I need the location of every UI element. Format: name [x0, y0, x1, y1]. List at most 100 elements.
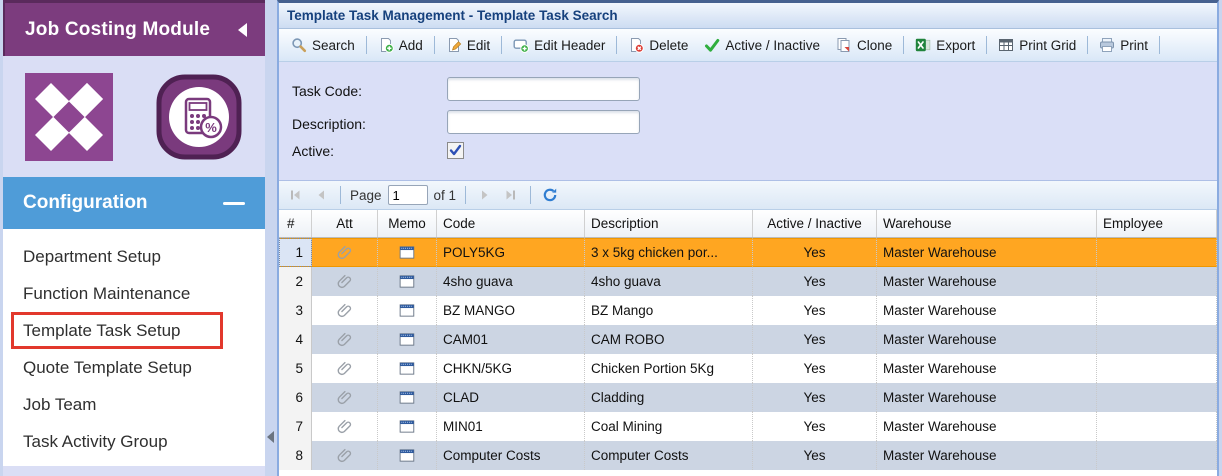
- paperclip-icon: [337, 245, 353, 261]
- active-inactive-button[interactable]: Active / Inactive: [696, 32, 828, 58]
- column-header-att[interactable]: Att: [312, 210, 378, 237]
- column-header-description[interactable]: Description: [585, 210, 753, 237]
- cell-memo[interactable]: [378, 354, 437, 383]
- first-page-icon[interactable]: [285, 185, 305, 205]
- cell-warehouse: Master Warehouse: [877, 441, 1097, 470]
- grid-body: 1POLY5KG3 x 5kg chicken por...YesMaster …: [279, 238, 1217, 470]
- row-number: 2: [279, 267, 312, 296]
- cell-attachment[interactable]: [312, 412, 378, 441]
- table-row[interactable]: 6CLADCladdingYesMaster Warehouse: [279, 383, 1217, 412]
- edit-icon: [446, 37, 462, 53]
- row-number: 5: [279, 354, 312, 383]
- refresh-icon[interactable]: [540, 185, 560, 205]
- table-row[interactable]: 8Computer CostsComputer CostsYesMaster W…: [279, 441, 1217, 470]
- add-icon: [378, 37, 394, 53]
- cell-description: CAM ROBO: [585, 325, 753, 354]
- paperclip-icon: [337, 332, 353, 348]
- row-number: 6: [279, 383, 312, 412]
- cell-attachment[interactable]: [312, 267, 378, 296]
- print-button[interactable]: Print: [1091, 32, 1156, 58]
- cell-active-inactive: Yes: [753, 296, 877, 325]
- active-inactive-icon: [704, 37, 720, 53]
- next-page-icon[interactable]: [475, 185, 495, 205]
- task-code-input[interactable]: [447, 77, 640, 101]
- column-header-warehouse[interactable]: Warehouse: [877, 210, 1097, 237]
- sidebar-item-task-activity-group[interactable]: Task Activity Group: [3, 423, 265, 460]
- cell-attachment[interactable]: [312, 383, 378, 412]
- column-header-memo[interactable]: Memo: [378, 210, 437, 237]
- collapse-sidebar-icon[interactable]: [238, 23, 247, 37]
- table-row[interactable]: 1POLY5KG3 x 5kg chicken por...YesMaster …: [279, 238, 1217, 267]
- table-row[interactable]: 7MIN01Coal MiningYesMaster Warehouse: [279, 412, 1217, 441]
- cell-memo[interactable]: [378, 441, 437, 470]
- cell-attachment[interactable]: [312, 441, 378, 470]
- memo-icon: [399, 390, 415, 406]
- edit-header-button[interactable]: Edit Header: [505, 32, 613, 58]
- sidebar: Job Costing Module: [3, 0, 265, 476]
- collapse-section-icon[interactable]: [223, 202, 245, 205]
- print-grid-button[interactable]: Print Grid: [990, 32, 1084, 58]
- column-header-[interactable]: #: [279, 210, 312, 237]
- pager-separator: [340, 186, 341, 204]
- column-header-code[interactable]: Code: [437, 210, 585, 237]
- table-row[interactable]: 3BZ MANGOBZ MangoYesMaster Warehouse: [279, 296, 1217, 325]
- table-row[interactable]: 24sho guava4sho guavaYesMaster Warehouse: [279, 267, 1217, 296]
- cell-employee: [1097, 412, 1217, 441]
- cell-code: CHKN/5KG: [437, 354, 585, 383]
- search-button[interactable]: Search: [283, 32, 363, 58]
- job-costing-logo-icon: [25, 73, 113, 161]
- cell-memo[interactable]: [378, 267, 437, 296]
- toolbar-button-label: Add: [399, 38, 423, 53]
- active-label: Active:: [292, 143, 334, 159]
- cell-attachment[interactable]: [312, 325, 378, 354]
- pager-bar: Page of 1: [279, 181, 1217, 210]
- sidebar-item-quote-template-setup[interactable]: Quote Template Setup: [3, 349, 265, 386]
- delete-button[interactable]: Delete: [620, 32, 696, 58]
- section-header-configuration[interactable]: Configuration: [3, 177, 265, 229]
- cell-warehouse: Master Warehouse: [877, 383, 1097, 412]
- sidebar-item-label: Department Setup: [23, 247, 161, 267]
- cell-memo[interactable]: [378, 296, 437, 325]
- sidebar-item-department-setup[interactable]: Department Setup: [3, 238, 265, 275]
- cell-attachment[interactable]: [312, 238, 378, 267]
- cell-memo[interactable]: [378, 325, 437, 354]
- table-row[interactable]: 4CAM01CAM ROBOYesMaster Warehouse: [279, 325, 1217, 354]
- page-number-input[interactable]: [388, 185, 428, 205]
- cell-memo[interactable]: [378, 412, 437, 441]
- calculator-app-icon: %: [155, 73, 243, 161]
- toolbar-separator: [616, 36, 617, 54]
- cell-memo[interactable]: [378, 383, 437, 412]
- add-button[interactable]: Add: [370, 32, 431, 58]
- toolbar-button-label: Clone: [857, 38, 892, 53]
- cell-code: Computer Costs: [437, 441, 585, 470]
- memo-icon: [399, 303, 415, 319]
- column-header-label: Memo: [388, 216, 426, 231]
- sidebar-item-function-maintenance[interactable]: Function Maintenance: [3, 275, 265, 312]
- edit-button[interactable]: Edit: [438, 32, 498, 58]
- cell-active-inactive: Yes: [753, 238, 877, 267]
- main-panel: Template Task Management - Template Task…: [277, 0, 1219, 476]
- cell-employee: [1097, 238, 1217, 267]
- row-number: 4: [279, 325, 312, 354]
- toolbar: Search Add Edit Edit Header DeleteActive / I…: [279, 29, 1217, 62]
- sidebar-item-job-team[interactable]: Job Team: [3, 386, 265, 423]
- splitter-collapse-icon[interactable]: [267, 431, 274, 443]
- last-page-icon[interactable]: [501, 185, 521, 205]
- export-button[interactable]: Export: [907, 32, 983, 58]
- active-checkbox[interactable]: [447, 142, 464, 159]
- prev-page-icon[interactable]: [311, 185, 331, 205]
- cell-employee: [1097, 296, 1217, 325]
- clone-button[interactable]: Clone: [828, 32, 900, 58]
- memo-icon: [399, 245, 415, 261]
- column-header-active-inactive[interactable]: Active / Inactive: [753, 210, 877, 237]
- column-header-employee[interactable]: Employee: [1097, 210, 1217, 237]
- cell-active-inactive: Yes: [753, 325, 877, 354]
- description-input[interactable]: [447, 110, 640, 134]
- toolbar-button-label: Search: [312, 38, 355, 53]
- table-row[interactable]: 5CHKN/5KGChicken Portion 5KgYesMaster Wa…: [279, 354, 1217, 383]
- cell-memo[interactable]: [378, 238, 437, 267]
- cell-attachment[interactable]: [312, 296, 378, 325]
- cell-attachment[interactable]: [312, 354, 378, 383]
- sidebar-item-template-task-setup[interactable]: Template Task Setup: [11, 312, 223, 349]
- cell-employee: [1097, 441, 1217, 470]
